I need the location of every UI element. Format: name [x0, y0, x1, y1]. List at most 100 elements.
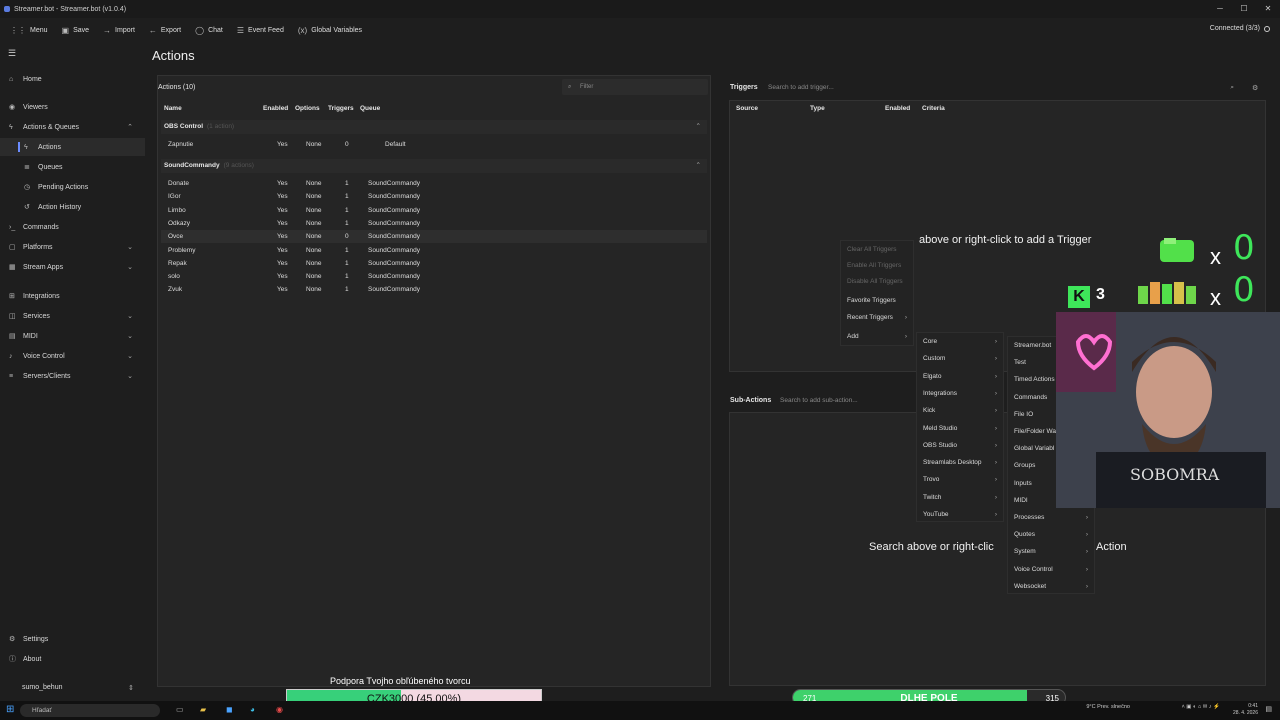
table-row[interactable]: Limbo Yes None 1 SoundCommandy: [161, 204, 707, 217]
column-type[interactable]: Type: [810, 105, 825, 112]
add-menu-item[interactable]: Elgato ›: [917, 368, 1003, 385]
settings-gear-icon[interactable]: ⚙: [1252, 84, 1258, 92]
table-row[interactable]: Donate Yes None 1 SoundCommandy: [161, 177, 707, 190]
search-icon[interactable]: ⌕: [1230, 80, 1234, 96]
core-menu-item[interactable]: Quotes ›: [1008, 526, 1094, 543]
row-enabled: Yes: [277, 206, 288, 214]
sidebar-item-actions-queues[interactable]: ϟ Actions & Queues ⌃: [0, 118, 145, 136]
group-header-soundcommandy[interactable]: SoundCommandy (9 actions) ⌃: [161, 159, 707, 173]
core-menu-item[interactable]: System ›: [1008, 543, 1094, 560]
add-menu-item[interactable]: Streamlabs Desktop ›: [917, 454, 1003, 471]
sidebar-item-about[interactable]: ⓘ About: [0, 650, 145, 668]
sidebar-item-servers-clients[interactable]: ≡ Servers/Clients ⌄: [0, 367, 145, 385]
clock[interactable]: 0:41 28. 4. 2026: [1233, 703, 1258, 717]
add-menu-item[interactable]: Core ›: [917, 333, 1003, 350]
column-criteria[interactable]: Criteria: [922, 105, 945, 112]
column-queue[interactable]: Queue: [360, 105, 380, 112]
tray-icons[interactable]: ˄ ▣ ◐ ⌂ ✉ ♪ ⚡: [1182, 704, 1220, 710]
menu-item-label: Inputs: [1014, 479, 1032, 487]
column-trigger-enabled[interactable]: Enabled: [885, 105, 910, 112]
save-button[interactable]: ▣ Save: [62, 26, 90, 35]
core-menu-item[interactable]: Websocket ›: [1008, 578, 1094, 595]
maximize-icon[interactable]: ☐: [1232, 0, 1256, 18]
table-row[interactable]: Ovce Yes None 0 SoundCommandy: [161, 230, 707, 244]
close-icon[interactable]: ✕: [1256, 0, 1280, 18]
sidebar-item-action-history[interactable]: ↺ Action History: [0, 198, 145, 216]
store-icon[interactable]: ◼: [226, 705, 233, 714]
taskbar-search[interactable]: Hľadať: [20, 704, 160, 717]
chevron-up-icon[interactable]: ⌃: [696, 159, 701, 173]
gear-icon: ⚙: [9, 636, 16, 643]
sidebar-item-queues[interactable]: ≣ Queues: [0, 158, 145, 176]
add-menu-item[interactable]: Custom ›: [917, 350, 1003, 367]
add-menu-item[interactable]: OBS Studio ›: [917, 437, 1003, 454]
sidebar-item-actions[interactable]: ϟ Actions: [0, 138, 145, 156]
column-triggers[interactable]: Triggers: [328, 105, 354, 112]
menu-item-add[interactable]: Add ›: [841, 328, 913, 345]
sidebar-item-platforms[interactable]: ▢ Platforms ⌄: [0, 238, 145, 256]
column-name[interactable]: Name: [164, 105, 182, 112]
chevron-updown-icon[interactable]: ⇕: [128, 684, 134, 692]
chrome-icon[interactable]: ◉: [276, 705, 283, 714]
import-button[interactable]: → Import: [103, 26, 135, 35]
chevron-up-icon[interactable]: ⌃: [696, 120, 701, 134]
sidebar-item-integrations[interactable]: ⊞ Integrations: [0, 287, 145, 305]
menu-item-recent-triggers[interactable]: Recent Triggers ›: [841, 309, 913, 326]
menu-item-label: Add: [847, 333, 859, 340]
sidebar-item-commands[interactable]: ›_ Commands: [0, 218, 145, 236]
menu-item-disable-all[interactable]: Disable All Triggers: [841, 273, 913, 290]
group-header-obs-control[interactable]: OBS Control (1 action) ⌃: [161, 120, 707, 134]
menu-item-label: Trovo: [923, 476, 940, 484]
add-menu-item[interactable]: Twitch ›: [917, 489, 1003, 506]
menu-item-clear-all[interactable]: Clear All Triggers: [841, 241, 913, 258]
weather-text[interactable]: 9°C Prev. slnečno: [1086, 704, 1130, 710]
table-row[interactable]: Repak Yes None 1 SoundCommandy: [161, 257, 707, 270]
add-menu-item[interactable]: Trovo ›: [917, 471, 1003, 488]
windows-start-icon[interactable]: ⊞: [6, 704, 14, 715]
folder-icon[interactable]: ▰: [200, 705, 206, 714]
menu-item-favorite-triggers[interactable]: Favorite Triggers: [841, 292, 913, 309]
hamburger-icon[interactable]: ☰: [8, 48, 16, 59]
table-row[interactable]: IGor Yes None 1 SoundCommandy: [161, 190, 707, 203]
event-feed-button[interactable]: ☰ Event Feed: [237, 26, 284, 35]
add-menu-item[interactable]: Kick ›: [917, 402, 1003, 419]
sidebar-item-settings[interactable]: ⚙ Settings: [0, 630, 145, 648]
add-menu-item[interactable]: YouTube ›: [917, 506, 1003, 523]
table-row[interactable]: Problemy Yes None 1 SoundCommandy: [161, 244, 707, 257]
sidebar-item-voice-control[interactable]: ♪ Voice Control ⌄: [0, 347, 145, 365]
notification-icon[interactable]: ▤: [1265, 705, 1272, 713]
edge-icon[interactable]: ◕: [250, 705, 255, 714]
sidebar-item-pending-actions[interactable]: ◷ Pending Actions: [0, 178, 145, 196]
global-variables-button[interactable]: (x) Global Variables: [298, 26, 362, 35]
menu-item-enable-all[interactable]: Enable All Triggers: [841, 257, 913, 274]
menu-button[interactable]: ⋮⋮ Menu: [10, 26, 48, 35]
chevron-right-icon: ›: [994, 476, 997, 484]
task-view-icon[interactable]: ▭: [176, 705, 184, 714]
export-button[interactable]: ← Export: [149, 26, 181, 35]
sidebar-item-services[interactable]: ◫ Services ⌄: [0, 307, 145, 325]
core-menu-item[interactable]: Voice Control ›: [1008, 561, 1094, 578]
subaction-search-input[interactable]: Search to add sub-action...: [776, 393, 916, 409]
table-row[interactable]: solo Yes None 1 SoundCommandy: [161, 270, 707, 283]
minimize-icon[interactable]: ─: [1208, 0, 1232, 18]
core-menu-item[interactable]: Processes ›: [1008, 509, 1094, 526]
user-name[interactable]: sumo_behun: [22, 684, 62, 691]
table-row[interactable]: Zvuk Yes None 1 SoundCommandy: [161, 283, 707, 296]
add-menu-item[interactable]: Meld Studio ›: [917, 420, 1003, 437]
sidebar-item-viewers[interactable]: ◉ Viewers: [0, 98, 145, 116]
sidebar-item-stream-apps[interactable]: ▦ Stream Apps ⌄: [0, 258, 145, 276]
chat-button[interactable]: ◯ Chat: [195, 26, 223, 35]
sidebar-item-home[interactable]: ⌂ Home: [0, 70, 145, 88]
column-source[interactable]: Source: [736, 105, 758, 112]
row-options: None: [306, 206, 322, 214]
add-menu-item[interactable]: Integrations ›: [917, 385, 1003, 402]
column-options[interactable]: Options: [295, 105, 320, 112]
row-options: None: [306, 273, 322, 281]
column-enabled[interactable]: Enabled: [263, 105, 288, 112]
trigger-search-input[interactable]: Search to add trigger... ⌕: [762, 80, 1240, 96]
table-row[interactable]: Zapnutie Yes None 0 Default: [161, 138, 707, 151]
connection-status[interactable]: Connected (3/3): [1210, 25, 1260, 32]
sidebar-item-midi[interactable]: ▤ MIDI ⌄: [0, 327, 145, 345]
filter-input[interactable]: ⌕ Filter: [562, 79, 708, 95]
table-row[interactable]: Odkazy Yes None 1 SoundCommandy: [161, 217, 707, 230]
